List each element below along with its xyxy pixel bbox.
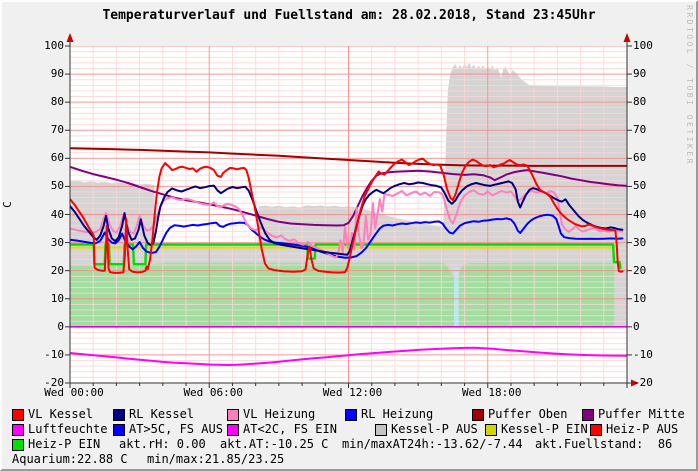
legend-label: akt.Fuellstand: 86 — [535, 438, 672, 451]
legend-label: Puffer Mitte — [598, 408, 685, 421]
legend-label: Heiz-P AUS — [606, 423, 678, 436]
y-tick-label-left: 0 — [24, 321, 64, 333]
y-tick-label-right: 20 — [633, 265, 673, 277]
y-tick-label-left: -10 — [24, 349, 64, 361]
legend-label: Aquarium:22.88 C — [12, 453, 128, 466]
y-tick-label-right: 0 — [633, 321, 673, 333]
legend-label: AT>5C, FS AUS — [129, 423, 223, 436]
chart-plot — [2, 2, 698, 471]
legend-label: AT<2C, FS EIN — [243, 423, 337, 436]
legend-swatch — [345, 409, 357, 421]
x-tick-label: Wed 06:00 — [168, 387, 258, 399]
y-tick-label-right: 50 — [633, 180, 673, 192]
legend-swatch — [12, 439, 24, 451]
y-tick-label-left: 30 — [24, 237, 64, 249]
y-tick-label-right: 100 — [633, 40, 673, 52]
y-tick-label-left: 90 — [24, 68, 64, 80]
legend-label: Kessel-P AUS — [391, 423, 478, 436]
y-tick-label-right: 60 — [633, 152, 673, 164]
y-tick-label-left: 60 — [24, 152, 64, 164]
y-tick-label-left: 40 — [24, 209, 64, 221]
legend-label: Puffer Oben — [488, 408, 567, 421]
legend-row-1: VL Kessel RL Kessel VL Heizung RL Heizung Pu… — [2, 408, 698, 422]
y-tick-label-right: 30 — [633, 237, 673, 249]
legend-label: RL Heizung — [361, 408, 433, 421]
legend-label: min/max:21.85/23.25 — [147, 453, 284, 466]
y-tick-label-right: -20 — [633, 377, 673, 389]
legend-row-3: Heiz-P EIN akt.rH: 0.00 akt.AT:-10.25 C min… — [2, 438, 698, 452]
legend-swatch — [12, 409, 24, 421]
y-tick-label-left: 50 — [24, 180, 64, 192]
y-tick-label-right: 90 — [633, 68, 673, 80]
legend-label: min/maxAT24h:-13.62/-7.44 — [342, 438, 523, 451]
y-tick-label-left: 100 — [24, 40, 64, 52]
legend-label: Heiz-P EIN — [28, 438, 100, 451]
y-tick-label-left: 80 — [24, 96, 64, 108]
legend-swatch — [227, 424, 239, 436]
x-tick-label: Wed 00:00 — [29, 387, 119, 399]
legend-swatch — [113, 424, 125, 436]
legend-label: VL Kessel — [28, 408, 93, 421]
legend-swatch — [113, 409, 125, 421]
legend-label: akt.rH: 0.00 — [119, 438, 206, 451]
y-tick-label-right: -10 — [633, 349, 673, 361]
rrd-graph: Temperaturverlauf und Fuellstand am: 28.… — [0, 0, 698, 471]
legend-label: VL Heizung — [243, 408, 315, 421]
x-tick-label: Wed 12:00 — [308, 387, 398, 399]
legend-label: Luftfeuchte — [28, 423, 107, 436]
legend-label: Kessel-P EIN — [501, 423, 588, 436]
legend-row-4: Aquarium:22.88 C min/max:21.85/23.25 — [2, 453, 698, 467]
arrow-up-right — [624, 33, 631, 42]
legend-swatch — [485, 424, 497, 436]
y-tick-label-right: 80 — [633, 96, 673, 108]
legend-swatch — [582, 409, 594, 421]
legend-swatch — [227, 409, 239, 421]
legend-row-2: Luftfeuchte AT>5C, FS AUS AT<2C, FS EIN Kes… — [2, 423, 698, 437]
legend-swatch — [590, 424, 602, 436]
y-tick-label-left: 70 — [24, 124, 64, 136]
legend-label: akt.AT:-10.25 C — [220, 438, 328, 451]
y-tick-label-right: 70 — [633, 124, 673, 136]
y-tick-label-left: 10 — [24, 293, 64, 305]
arrow-up-left — [67, 33, 74, 42]
legend-swatch — [472, 409, 484, 421]
legend-swatch — [12, 424, 24, 436]
y-tick-label-left: 20 — [24, 265, 64, 277]
y-tick-label-right: 40 — [633, 209, 673, 221]
y-tick-label-right: 10 — [633, 293, 673, 305]
legend-label: RL Kessel — [129, 408, 194, 421]
legend-swatch — [375, 424, 387, 436]
x-tick-label: Wed 18:00 — [447, 387, 537, 399]
